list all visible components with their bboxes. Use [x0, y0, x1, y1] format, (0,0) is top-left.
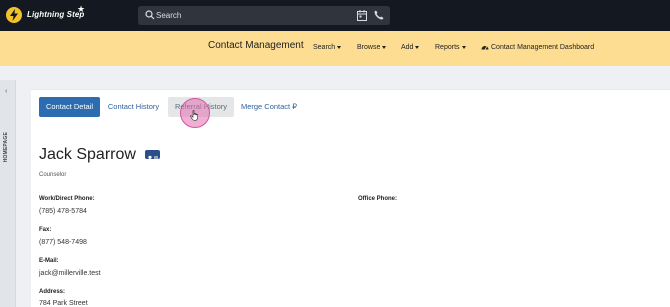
work-phone-value: (785) 478-5784	[39, 208, 87, 215]
fax-label: Fax:	[39, 227, 52, 233]
nav-add-menu[interactable]: Add	[401, 44, 420, 51]
address-label: Address:	[39, 289, 66, 295]
favorite-star-icon[interactable]: ★	[77, 5, 85, 14]
tab-merge-contact[interactable]: Merge Contact ₽	[238, 97, 300, 117]
module-nav-bar: Contact Management Search Browse Add Rep…	[0, 31, 670, 66]
nav-search-menu[interactable]: Search	[313, 44, 342, 51]
caret-down-icon	[415, 45, 420, 49]
merge-icon: ₽	[292, 102, 298, 111]
module-title: Contact Management	[208, 40, 304, 51]
nav-reports-menu[interactable]: Reports	[435, 44, 466, 51]
nav-add-label: Add	[401, 44, 414, 51]
work-phone-label: Work/Direct Phone:	[39, 196, 95, 202]
nav-browse-label: Browse	[357, 44, 381, 51]
search-icon	[145, 10, 155, 20]
calendar-icon[interactable]	[357, 10, 367, 21]
nav-reports-label: Reports	[435, 44, 460, 51]
hand-pointer-icon	[190, 110, 198, 121]
lightning-logo-icon[interactable]	[6, 7, 22, 23]
search-input[interactable]: Search	[138, 6, 390, 25]
email-label: E-Mail:	[39, 258, 59, 264]
contact-card-icon[interactable]	[145, 150, 160, 162]
email-value[interactable]: jack@millerville.test	[39, 270, 101, 277]
nav-browse-menu[interactable]: Browse	[357, 44, 387, 51]
homepage-sidebar[interactable]: ‹ HOMEPAGE	[0, 80, 16, 307]
contact-card	[31, 89, 670, 307]
tab-merge-contact-label: Merge Contact	[240, 102, 291, 111]
nav-dashboard-link[interactable]: Contact Management Dashboard	[481, 44, 594, 51]
address-value: 784 Park Street	[39, 300, 88, 307]
tab-contact-history[interactable]: Contact History	[103, 97, 164, 117]
contact-role: Counselor	[39, 172, 67, 178]
nav-dashboard-label: Contact Management Dashboard	[491, 44, 595, 51]
brand-name[interactable]: Lightning Step	[27, 10, 84, 19]
caret-down-icon	[382, 45, 387, 49]
nav-search-label: Search	[313, 44, 336, 51]
chevron-left-icon[interactable]: ‹	[5, 88, 7, 95]
search-placeholder: Search	[156, 11, 182, 20]
tab-contact-detail[interactable]: Contact Detail	[39, 97, 100, 117]
phone-icon[interactable]	[374, 10, 384, 20]
dashboard-gauge-icon	[481, 46, 489, 50]
fax-value: (877) 548-7498	[39, 239, 87, 246]
top-bar: Lightning Step ★ Search	[0, 0, 670, 31]
caret-down-icon	[337, 45, 342, 49]
caret-down-icon	[461, 45, 466, 49]
contact-name: Jack Sparrow	[39, 146, 136, 163]
office-phone-label: Office Phone:	[358, 196, 398, 202]
sidebar-label: HOMEPAGE	[3, 132, 9, 163]
